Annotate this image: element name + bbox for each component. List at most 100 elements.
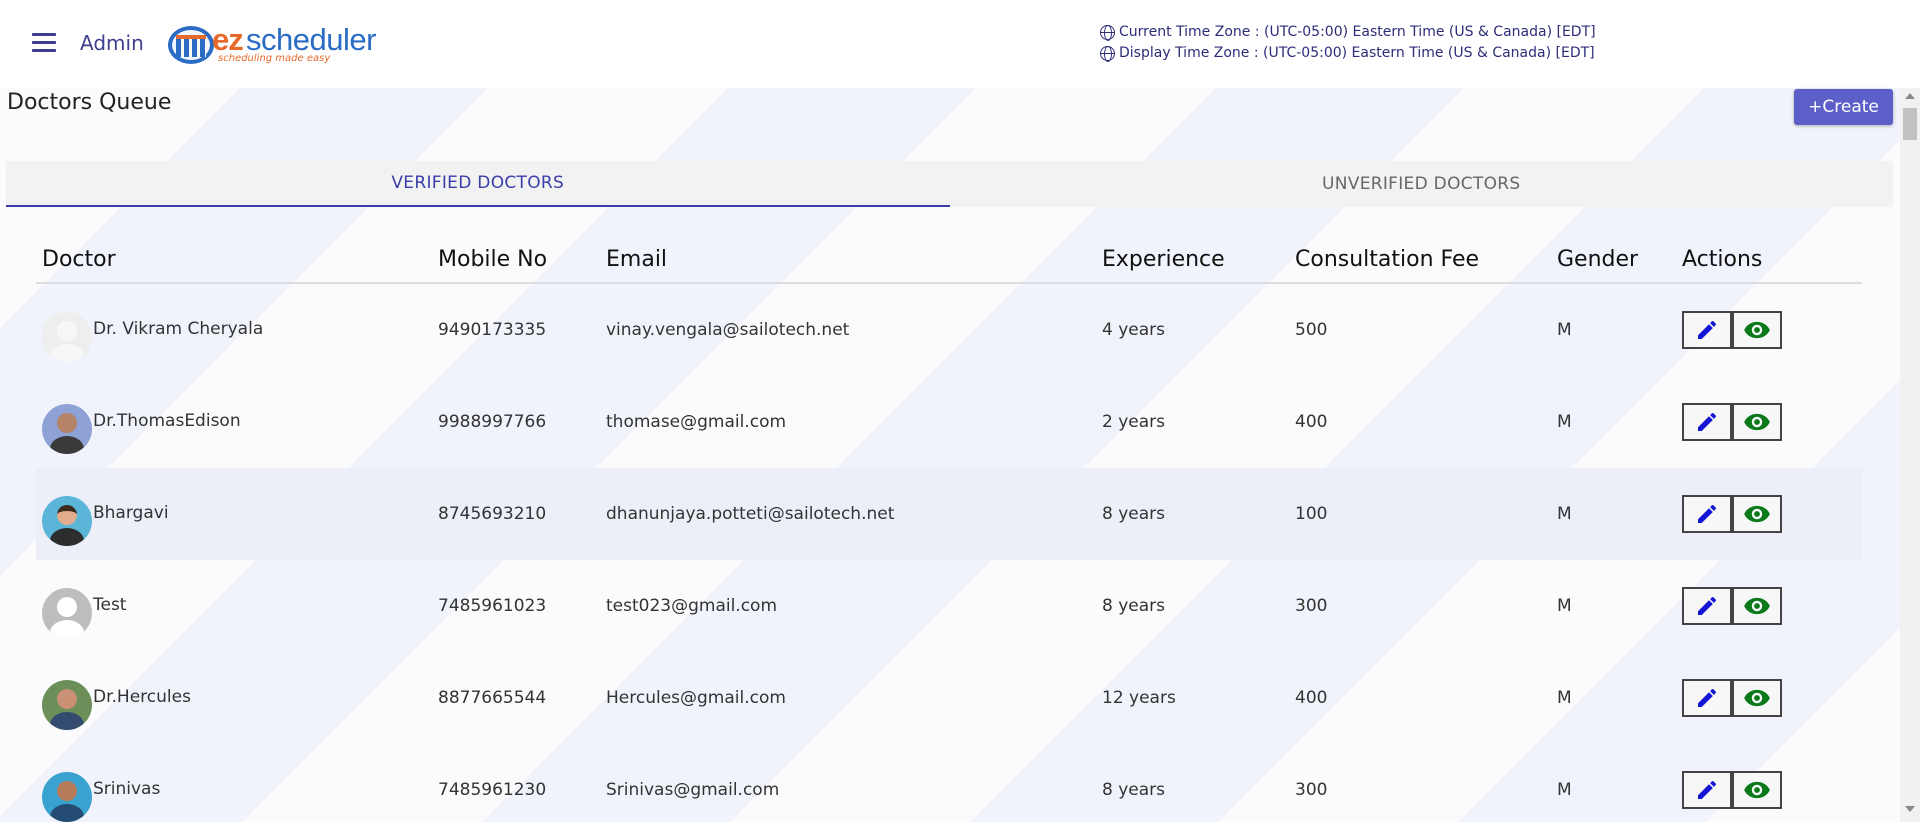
globe-icon [1100, 24, 1115, 41]
edit-button[interactable] [1682, 311, 1732, 349]
eye-icon [1744, 321, 1770, 339]
avatar [42, 680, 92, 730]
email-cell: Hercules@gmail.com [606, 688, 786, 708]
actions-cell [1682, 771, 1862, 809]
pencil-icon [1698, 596, 1717, 615]
doctor-name: Dr.ThomasEdison [93, 411, 241, 431]
table-row: Test 7485961023 test023@gmail.com 8 year… [36, 560, 1862, 652]
actions-cell [1682, 495, 1862, 533]
ezscheduler-logo[interactable]: ez scheduler scheduling made easy [158, 18, 376, 68]
scroll-thumb[interactable] [1903, 108, 1917, 140]
column-header-mobile: Mobile No [438, 246, 548, 272]
admin-label: Admin [80, 31, 144, 55]
experience-cell: 12 years [1102, 688, 1176, 708]
eye-icon [1744, 781, 1770, 799]
page-title: Doctors Queue [7, 90, 172, 115]
edit-button[interactable] [1682, 587, 1732, 625]
email-cell: vinay.vengala@sailotech.net [606, 320, 850, 340]
experience-cell: 2 years [1102, 412, 1166, 432]
tab-unverified-doctors[interactable]: UNVERIFIED DOCTORS [950, 161, 1894, 207]
doctor-cell: Bhargavi [36, 482, 438, 546]
experience-cell: 8 years [1102, 504, 1166, 524]
experience-cell: 4 years [1102, 320, 1166, 340]
pencil-icon [1698, 780, 1717, 799]
edit-button[interactable] [1682, 679, 1732, 717]
view-button[interactable] [1732, 587, 1782, 625]
pencil-icon [1698, 412, 1717, 431]
mobile-cell: 9988997766 [438, 412, 547, 432]
email-cell: Srinivas@gmail.com [606, 780, 780, 800]
table-row: Bhargavi 8745693210 dhanunjaya.potteti@s… [36, 468, 1862, 560]
column-header-doctor: Doctor [42, 246, 116, 272]
fee-cell: 300 [1295, 780, 1328, 800]
doctor-cell: Dr.ThomasEdison [36, 390, 438, 454]
avatar [42, 772, 92, 822]
create-button[interactable]: +Create [1794, 89, 1893, 125]
table-row: Dr. Vikram Cheryala 9490173335 vinay.ven… [36, 284, 1862, 376]
mobile-cell: 8877665544 [438, 688, 547, 708]
fee-cell: 500 [1295, 320, 1328, 340]
mobile-cell: 7485961230 [438, 780, 547, 800]
globe-icon [1100, 45, 1115, 62]
doctor-cell: Dr. Vikram Cheryala [36, 298, 438, 362]
view-button[interactable] [1732, 679, 1782, 717]
edit-button[interactable] [1682, 771, 1732, 809]
current-time-zone-text: Current Time Zone : (UTC-05:00) Eastern … [1119, 24, 1596, 40]
doctor-name: Test [93, 595, 127, 615]
vertical-scrollbar[interactable] [1900, 88, 1920, 822]
eye-icon [1744, 689, 1770, 707]
actions-cell [1682, 587, 1862, 625]
edit-button[interactable] [1682, 403, 1732, 441]
experience-cell: 8 years [1102, 780, 1166, 800]
view-button[interactable] [1732, 495, 1782, 533]
pencil-icon [1698, 688, 1717, 707]
gender-cell: M [1557, 320, 1572, 340]
doctor-name: Bhargavi [93, 503, 169, 523]
doctor-cell: Dr.Hercules [36, 666, 438, 730]
doctor-cell: Srinivas [36, 758, 438, 822]
pencil-icon [1698, 504, 1717, 523]
fee-cell: 400 [1295, 412, 1328, 432]
doctor-cell: Test [36, 574, 438, 638]
table-row: Dr.ThomasEdison 9988997766 thomase@gmail… [36, 376, 1862, 468]
current-time-zone: Current Time Zone : (UTC-05:00) Eastern … [1100, 24, 1596, 41]
edit-button[interactable] [1682, 495, 1732, 533]
doctor-name: Dr.Hercules [93, 687, 191, 707]
column-header-email: Email [606, 246, 668, 272]
mobile-cell: 9490173335 [438, 320, 547, 340]
avatar [42, 496, 92, 546]
mobile-cell: 8745693210 [438, 504, 547, 524]
doctor-name: Dr. Vikram Cheryala [93, 319, 264, 339]
view-button[interactable] [1732, 403, 1782, 441]
actions-cell [1682, 311, 1862, 349]
avatar [42, 588, 92, 638]
fee-cell: 100 [1295, 504, 1328, 524]
gender-cell: M [1557, 596, 1572, 616]
scroll-down-arrow-icon[interactable] [1905, 806, 1915, 812]
display-time-zone-text: Display Time Zone : (UTC-05:00) Eastern … [1119, 45, 1595, 61]
view-button[interactable] [1732, 771, 1782, 809]
app-header: Admin ez scheduler scheduling made easy … [0, 0, 1920, 88]
column-header-actions: Actions [1682, 246, 1763, 272]
actions-cell [1682, 679, 1862, 717]
table-header: Doctor Mobile No Email Experience Consul… [36, 236, 1862, 284]
fee-cell: 300 [1295, 596, 1328, 616]
tab-verified-doctors[interactable]: VERIFIED DOCTORS [6, 161, 950, 207]
mobile-cell: 7485961023 [438, 596, 547, 616]
experience-cell: 8 years [1102, 596, 1166, 616]
logo-calendar-grid [176, 35, 206, 57]
gender-cell: M [1557, 412, 1572, 432]
view-button[interactable] [1732, 311, 1782, 349]
table-row: Srinivas 7485961230 Srinivas@gmail.com 8… [36, 744, 1862, 822]
column-header-experience: Experience [1102, 246, 1225, 272]
pencil-icon [1698, 320, 1717, 339]
eye-icon [1744, 413, 1770, 431]
actions-cell [1682, 403, 1862, 441]
doctors-table: Doctor Mobile No Email Experience Consul… [36, 236, 1862, 822]
email-cell: thomase@gmail.com [606, 412, 787, 432]
logo-tagline: scheduling made easy [218, 53, 331, 64]
hamburger-menu-icon[interactable] [32, 33, 56, 53]
column-header-consultation-fee: Consultation Fee [1295, 246, 1480, 272]
fee-cell: 400 [1295, 688, 1328, 708]
scroll-up-arrow-icon[interactable] [1905, 93, 1915, 99]
